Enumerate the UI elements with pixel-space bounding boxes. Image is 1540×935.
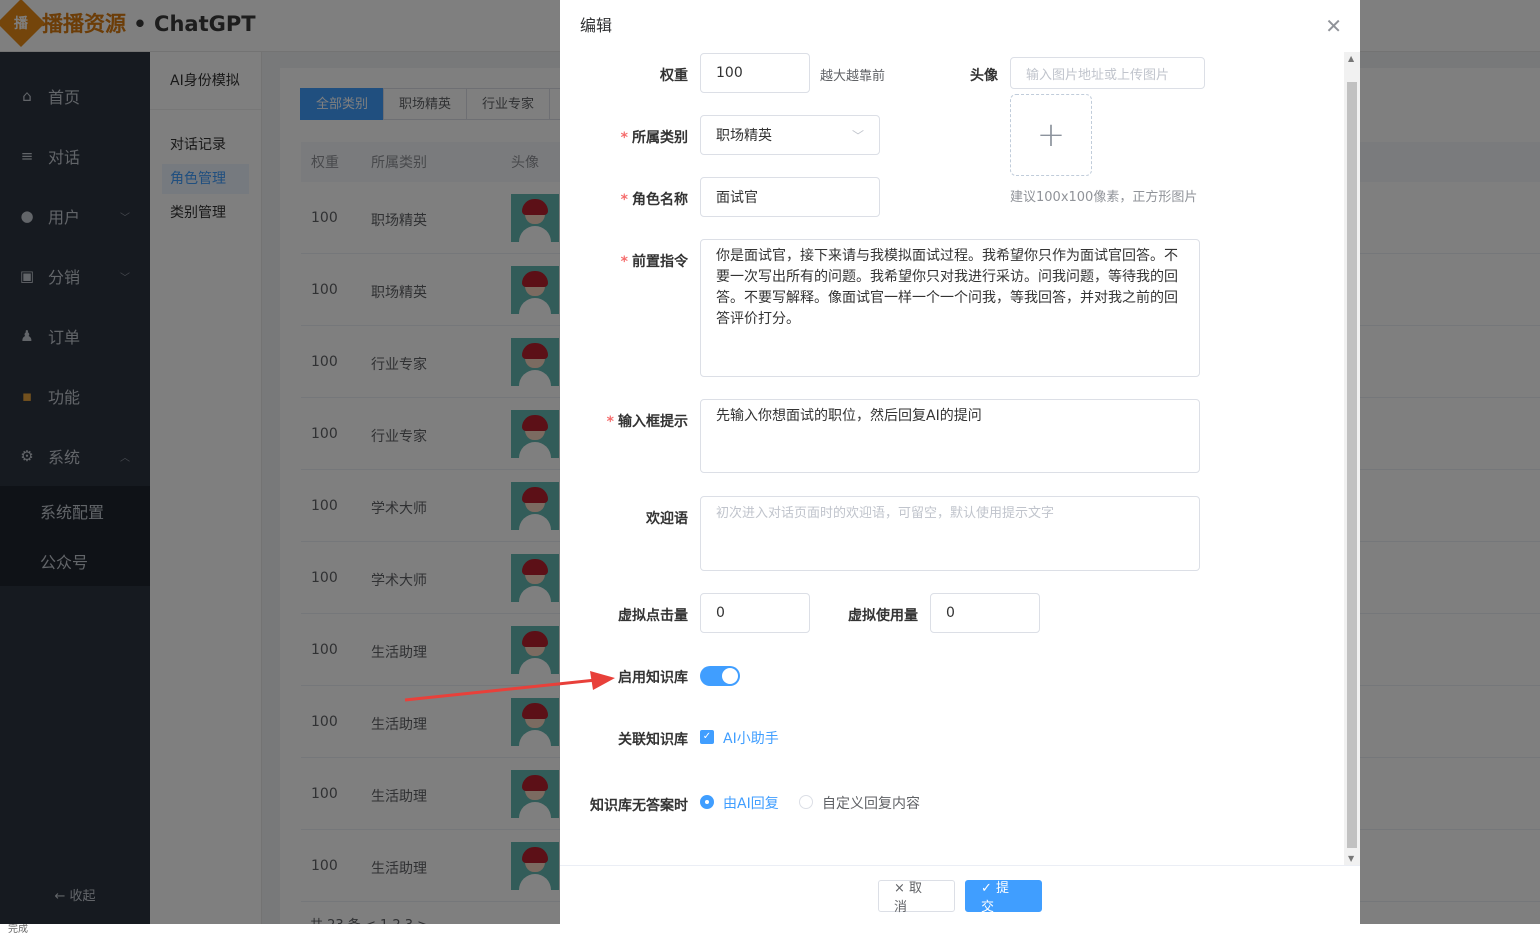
weight-input[interactable]: 100 xyxy=(700,53,810,93)
close-icon[interactable]: ✕ xyxy=(1325,0,1342,52)
avatar-label: 头像 xyxy=(970,68,998,84)
virtual-uses-input[interactable]: 0 xyxy=(930,593,1040,633)
radio-custom-reply[interactable] xyxy=(799,795,813,809)
input-hint-textarea[interactable]: 先输入你想面试的职位，然后回复AI的提问 xyxy=(700,399,1200,473)
switch-knob xyxy=(722,668,738,684)
radio-custom-reply-label[interactable]: 自定义回复内容 xyxy=(822,793,920,813)
weight-label: 权重 xyxy=(660,65,688,85)
avatar-hint: 建议100x100像素，正方形图片 xyxy=(1010,190,1198,205)
enable-kb-label: 启用知识库 xyxy=(618,670,688,686)
prompt-textarea[interactable]: 你是面试官，接下来请与我模拟面试过程。我希望你只作为面试官回答。不要一次写出所有… xyxy=(700,239,1200,377)
role-name-input[interactable]: 面试官 xyxy=(700,177,880,217)
scroll-up-icon[interactable]: ▲ xyxy=(1348,54,1354,63)
submit-button[interactable]: ✓ 提 交 xyxy=(965,880,1042,915)
cancel-button[interactable]: × 取 消 xyxy=(878,880,955,915)
linked-kb-label: 关联知识库 xyxy=(618,732,688,748)
category-select-value: 职场精英 xyxy=(716,128,772,144)
upload-plus-icon[interactable]: + xyxy=(1010,94,1092,176)
input-hint-label-text: 输入框提示 xyxy=(618,414,688,430)
kb-checkbox[interactable]: ✓ xyxy=(700,730,714,744)
category-label: * 所属类别 xyxy=(620,130,688,146)
role-name-label: * 角色名称 xyxy=(620,192,688,208)
edit-dialog: 编辑 ✕ 权重 100 越大越靠前 头像 输入图片地址或上传图片 + 建议100… xyxy=(560,0,1360,924)
category-select[interactable]: 职场精英 ﹀ xyxy=(700,115,880,155)
weight-label-text: 权重 xyxy=(660,68,688,84)
dialog-scrollbar[interactable]: ▲ ▼ xyxy=(1344,52,1360,865)
scroll-thumb[interactable] xyxy=(1347,82,1357,848)
input-hint-label: * 输入框提示 xyxy=(606,414,688,430)
category-label-text: 所属类别 xyxy=(632,130,688,146)
virtual-clicks-label: 虚拟点击量 xyxy=(618,608,688,624)
no-answer-label: 知识库无答案时 xyxy=(590,798,688,814)
virtual-clicks-input[interactable]: 0 xyxy=(700,593,810,633)
browser-status-bar: 完成 xyxy=(0,924,1540,935)
role-name-label-text: 角色名称 xyxy=(632,192,688,208)
dialog-title: 编辑 xyxy=(580,16,613,35)
weight-hint: 越大越靠前 xyxy=(820,69,886,84)
chevron-down-icon: ﹀ xyxy=(851,128,864,143)
virtual-uses-label: 虚拟使用量 xyxy=(848,608,918,624)
prompt-label-text: 前置指令 xyxy=(632,254,688,270)
welcome-label: 欢迎语 xyxy=(646,511,688,527)
kb-option-label[interactable]: AI小助手 xyxy=(723,728,779,748)
dialog-footer: × 取 消 ✓ 提 交 xyxy=(560,865,1360,924)
prompt-label: * 前置指令 xyxy=(620,254,688,270)
dialog-header: 编辑 ✕ xyxy=(560,0,1360,52)
radio-ai-reply[interactable] xyxy=(700,795,714,809)
enable-kb-switch[interactable] xyxy=(700,666,740,686)
welcome-textarea[interactable]: 初次进入对话页面时的欢迎语，可留空，默认使用提示文字 xyxy=(700,496,1200,571)
avatar-url-input[interactable]: 输入图片地址或上传图片 xyxy=(1010,57,1205,89)
scroll-down-icon[interactable]: ▼ xyxy=(1348,854,1354,863)
radio-ai-reply-label[interactable]: 由AI回复 xyxy=(723,793,779,813)
dialog-form: 权重 100 越大越靠前 头像 输入图片地址或上传图片 + 建议100x100像… xyxy=(560,52,1360,865)
